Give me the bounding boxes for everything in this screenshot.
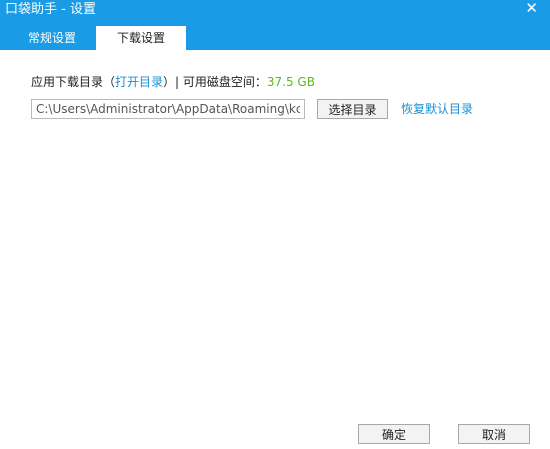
download-dir-label: 应用下载目录（ xyxy=(31,75,116,89)
close-icon[interactable]: ✕ xyxy=(525,0,538,16)
download-dir-row: 应用下载目录（打开目录）| 可用磁盘空间：37.5 GB xyxy=(31,74,315,90)
ok-button[interactable]: 确定 xyxy=(358,424,430,444)
download-path-input[interactable] xyxy=(31,99,305,119)
free-space-value: 37.5 GB xyxy=(266,75,315,89)
open-dir-link[interactable]: 打开目录 xyxy=(115,75,163,89)
tab-download-settings[interactable]: 下载设置 xyxy=(96,26,186,50)
cancel-button[interactable]: 取消 xyxy=(458,424,530,444)
title-bar: 口袋助手 - 设置 ✕ 常规设置 下载设置 xyxy=(0,0,550,50)
disk-space-label: ）| 可用磁盘空间： xyxy=(163,75,267,89)
choose-dir-button[interactable]: 选择目录 xyxy=(317,99,388,119)
tab-general-settings[interactable]: 常规设置 xyxy=(14,26,90,50)
restore-default-link[interactable]: 恢复默认目录 xyxy=(401,102,473,116)
window-title: 口袋助手 - 设置 xyxy=(5,2,96,17)
